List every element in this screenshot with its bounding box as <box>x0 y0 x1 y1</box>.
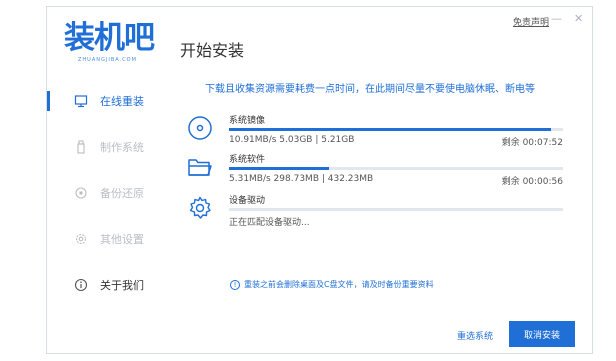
folder-icon <box>187 154 213 180</box>
sidebar-item-make-system[interactable]: 制作系统 <box>47 129 175 165</box>
progress-track <box>229 208 563 211</box>
progress-track <box>229 128 563 131</box>
sidebar-item-label: 制作系统 <box>100 141 144 154</box>
warning-icon: ! <box>230 279 240 290</box>
page-title: 开始安装 <box>180 41 245 60</box>
data-loss-warning: ! 重装之前会删除桌面及C盘文件，请及时备份重要资料 <box>230 279 434 290</box>
task-system-image: 系统镜像 10.91MB/s 5.03GB | 5.21GB 剩余 00:07:… <box>187 113 567 155</box>
usb-icon <box>74 140 88 154</box>
disclaimer-link[interactable]: 免责声明 <box>513 15 549 28</box>
download-notice: 下载且收集资源需要耗费一点时间，在此期间尽量不要使电脑休眠、断电等 <box>205 84 535 95</box>
sidebar-item-label: 备份还原 <box>100 187 144 200</box>
logo-text: 装机吧 <box>64 20 155 56</box>
monitor-icon <box>74 94 88 108</box>
task-detail: 正在匹配设备驱动... <box>229 218 310 228</box>
sidebar-item-about-us[interactable]: 关于我们 <box>47 267 175 303</box>
info-icon <box>74 278 88 292</box>
sidebar-item-label: 关于我们 <box>100 279 144 292</box>
warning-text: 重装之前会删除桌面及C盘文件，请及时备份重要资料 <box>244 280 434 289</box>
gear-icon <box>187 195 213 221</box>
app-logo: 装机吧 ZHUANGJIBA.COM <box>64 20 155 67</box>
disc-icon <box>187 115 213 141</box>
active-indicator <box>47 91 50 111</box>
task-remaining: 剩余 00:00:56 <box>501 177 563 187</box>
task-system-software: 系统软件 5.31MB/s 298.73MB | 432.23MB 剩余 00:… <box>187 152 567 194</box>
settings-icon <box>74 232 88 246</box>
task-device-driver: 设备驱动 正在匹配设备驱动... <box>187 193 567 235</box>
cancel-install-button[interactable]: 取消安装 <box>509 321 575 347</box>
task-detail: 5.31MB/s 298.73MB | 432.23MB <box>229 174 374 184</box>
task-name: 系统镜像 <box>229 116 266 126</box>
minimize-button[interactable]: — <box>551 12 562 26</box>
reselect-system-button[interactable]: 重选系统 <box>457 329 493 342</box>
logo-subtext: ZHUANGJIBA.COM <box>78 57 137 63</box>
sidebar-item-online-reinstall[interactable]: 在线重装 <box>47 83 175 119</box>
task-remaining: 剩余 00:07:52 <box>501 138 563 148</box>
sidebar-item-label: 其他设置 <box>100 233 144 246</box>
sidebar-item-other-settings[interactable]: 其他设置 <box>47 221 175 257</box>
close-button[interactable]: ✕ <box>574 12 583 26</box>
task-name: 系统软件 <box>229 155 266 165</box>
backup-icon <box>74 186 88 200</box>
progress-track <box>229 167 563 170</box>
installer-window: 装机吧 ZHUANGJIBA.COM 开始安装 免责声明 — ✕ 在线重装 制作… <box>46 6 593 354</box>
sidebar-item-backup-restore[interactable]: 备份还原 <box>47 175 175 211</box>
progress-fill <box>229 167 330 170</box>
task-detail: 10.91MB/s 5.03GB | 5.21GB <box>229 135 355 145</box>
sidebar: 在线重装 制作系统 备份还原 其他设置 关于我们 <box>47 77 175 353</box>
progress-fill <box>229 128 552 131</box>
sidebar-item-label: 在线重装 <box>100 95 144 108</box>
task-name: 设备驱动 <box>229 196 266 206</box>
